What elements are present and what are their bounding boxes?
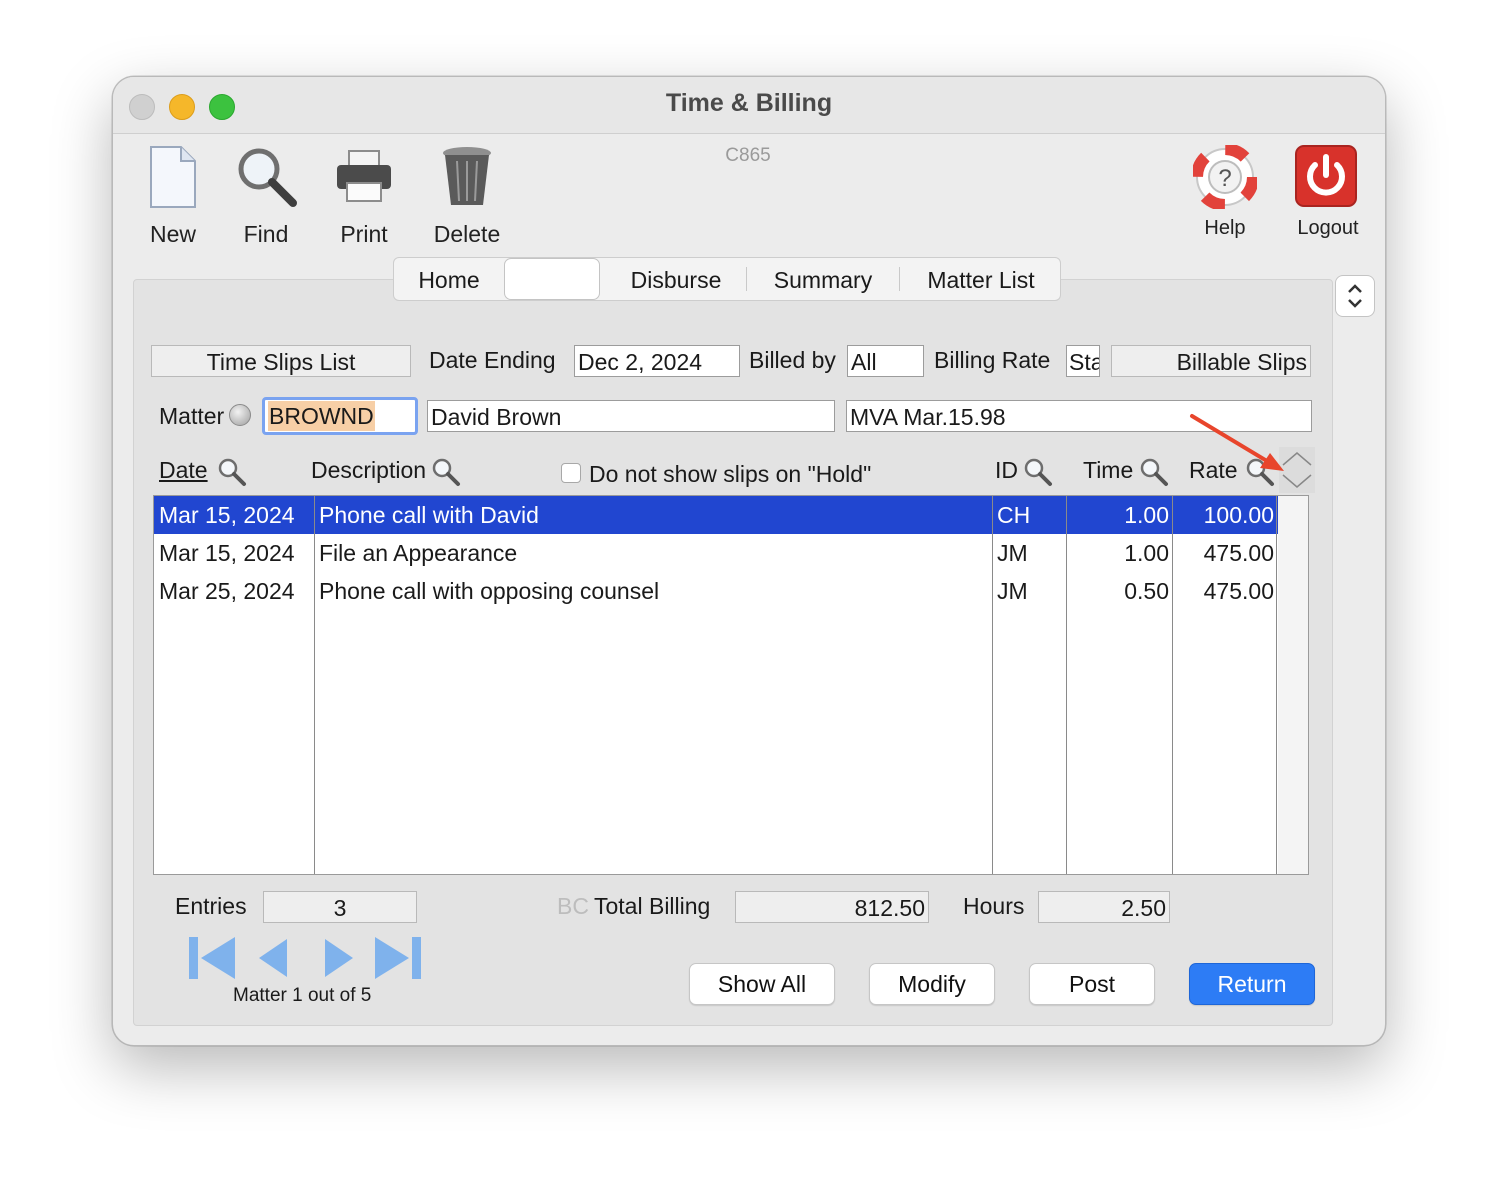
id-search-icon[interactable] — [1023, 457, 1053, 487]
lifebuoy-icon: ? — [1193, 145, 1257, 209]
table-row[interactable]: Mar 15, 2024 Phone call with David CH 1.… — [154, 496, 1278, 534]
row-id: JM — [997, 578, 1028, 604]
row-date: Mar 15, 2024 — [159, 502, 295, 528]
column-divider — [1276, 496, 1277, 874]
row-time: 0.50 — [1124, 578, 1169, 604]
date-search-icon[interactable] — [217, 457, 247, 487]
tab-summary[interactable]: Summary — [748, 258, 898, 300]
matter-code-field[interactable]: BROWND — [262, 397, 418, 435]
delete-label: Delete — [433, 221, 501, 247]
window-title: Time & Billing — [665, 89, 833, 117]
description-search-icon[interactable] — [431, 457, 461, 487]
client-name-field[interactable]: David Brown — [427, 400, 835, 432]
delete-button[interactable]: Delete — [423, 143, 511, 253]
entries-value: 3 — [263, 891, 417, 923]
entries-label: Entries — [175, 893, 247, 919]
matter-code-value: BROWND — [268, 401, 375, 431]
billing-rate-label: Billing Rate — [934, 347, 1051, 373]
window-code: C865 — [725, 145, 771, 166]
row-time: 1.00 — [1124, 502, 1169, 528]
bc-label: BC — [557, 893, 589, 919]
row-rate: 475.00 — [1203, 578, 1274, 604]
layout-stepper[interactable] — [1335, 275, 1375, 317]
row-rate: 475.00 — [1203, 540, 1274, 566]
find-label: Find — [243, 221, 289, 247]
last-record-icon[interactable] — [373, 935, 423, 981]
row-date: Mar 25, 2024 — [159, 578, 295, 604]
annotation-arrow-icon — [1190, 414, 1284, 471]
tab-separator — [899, 267, 900, 291]
logout-label: Logout — [1297, 217, 1359, 239]
row-description: File an Appearance — [319, 540, 518, 566]
row-description: Phone call with David — [319, 502, 539, 528]
id-column-header[interactable]: ID — [995, 457, 1018, 484]
row-time: 1.00 — [1124, 540, 1169, 566]
list-scrollbar[interactable] — [1278, 496, 1308, 874]
title-bar: Time & Billing — [113, 77, 1385, 134]
column-divider — [1172, 496, 1173, 874]
chevron-up-down-icon — [1348, 284, 1362, 308]
row-id: JM — [997, 540, 1028, 566]
list-title: Time Slips List — [151, 345, 411, 377]
print-label: Print — [340, 221, 388, 247]
hours-value: 2.50 — [1038, 891, 1170, 923]
logout-button[interactable]: Logout — [1287, 143, 1369, 243]
hold-checkbox-label: Do not show slips on "Hold" — [589, 461, 872, 487]
billing-rate-field[interactable]: Sta — [1066, 345, 1100, 377]
tab-disburse[interactable]: Disburse — [608, 258, 744, 300]
hold-checkbox[interactable] — [561, 463, 581, 483]
previous-record-icon[interactable] — [255, 935, 291, 981]
date-ending-field[interactable]: Dec 2, 2024 — [574, 345, 740, 377]
time-column-header[interactable]: Time — [1083, 457, 1133, 484]
help-label: Help — [1204, 217, 1246, 239]
billed-by-field[interactable]: All — [847, 345, 924, 377]
row-id: CH — [997, 502, 1031, 528]
tab-bar: Home Disburse Summary Matter List — [393, 257, 1061, 301]
time-search-icon[interactable] — [1139, 457, 1169, 487]
time-slips-list[interactable]: Mar 15, 2024 Phone call with David CH 1.… — [153, 495, 1309, 875]
post-button[interactable]: Post — [1029, 963, 1155, 1005]
tab-selected[interactable] — [504, 258, 600, 300]
record-status: Matter 1 out of 5 — [233, 985, 372, 1006]
magnifier-icon — [238, 148, 297, 207]
column-divider — [1066, 496, 1067, 874]
document-icon — [150, 146, 196, 208]
row-description: Phone call with opposing counsel — [319, 578, 660, 604]
description-column-header[interactable]: Description — [311, 457, 426, 484]
hours-label: Hours — [963, 893, 1025, 919]
modify-button[interactable]: Modify — [869, 963, 995, 1005]
show-all-button[interactable]: Show All — [689, 963, 835, 1005]
date-column-header[interactable]: Date — [159, 457, 208, 484]
new-button[interactable]: New — [133, 143, 213, 253]
column-divider — [314, 496, 315, 874]
print-button[interactable]: Print — [323, 143, 405, 253]
total-billing-label: Total Billing — [594, 893, 711, 919]
new-label: New — [149, 221, 196, 247]
printer-icon — [337, 150, 391, 202]
tab-home[interactable]: Home — [394, 258, 504, 300]
table-row[interactable]: Mar 25, 2024 Phone call with opposing co… — [154, 572, 1278, 610]
svg-text:?: ? — [1218, 165, 1231, 192]
total-billing-value: 812.50 — [735, 891, 929, 923]
table-row[interactable]: Mar 15, 2024 File an Appearance JM 1.00 … — [154, 534, 1278, 572]
return-button[interactable]: Return — [1189, 963, 1315, 1005]
next-record-icon[interactable] — [321, 935, 357, 981]
app-window: Time & Billing C865 New Find Print Delet… — [112, 76, 1386, 1046]
matter-label: Matter — [159, 403, 225, 429]
billed-by-label: Billed by — [749, 347, 836, 373]
row-date: Mar 15, 2024 — [159, 540, 295, 566]
matter-lookup-radio[interactable] — [229, 404, 251, 426]
trash-icon — [443, 147, 491, 205]
tab-matter-list[interactable]: Matter List — [902, 258, 1060, 300]
tab-separator — [746, 267, 747, 291]
find-button[interactable]: Find — [225, 143, 307, 253]
slip-filter-select[interactable]: Billable Slips — [1111, 345, 1311, 377]
row-rate: 100.00 — [1203, 502, 1274, 528]
column-divider — [992, 496, 993, 874]
first-record-icon[interactable] — [187, 935, 237, 981]
date-ending-label: Date Ending — [429, 347, 556, 373]
help-button[interactable]: ? Help — [1189, 143, 1261, 243]
power-icon — [1295, 145, 1357, 207]
